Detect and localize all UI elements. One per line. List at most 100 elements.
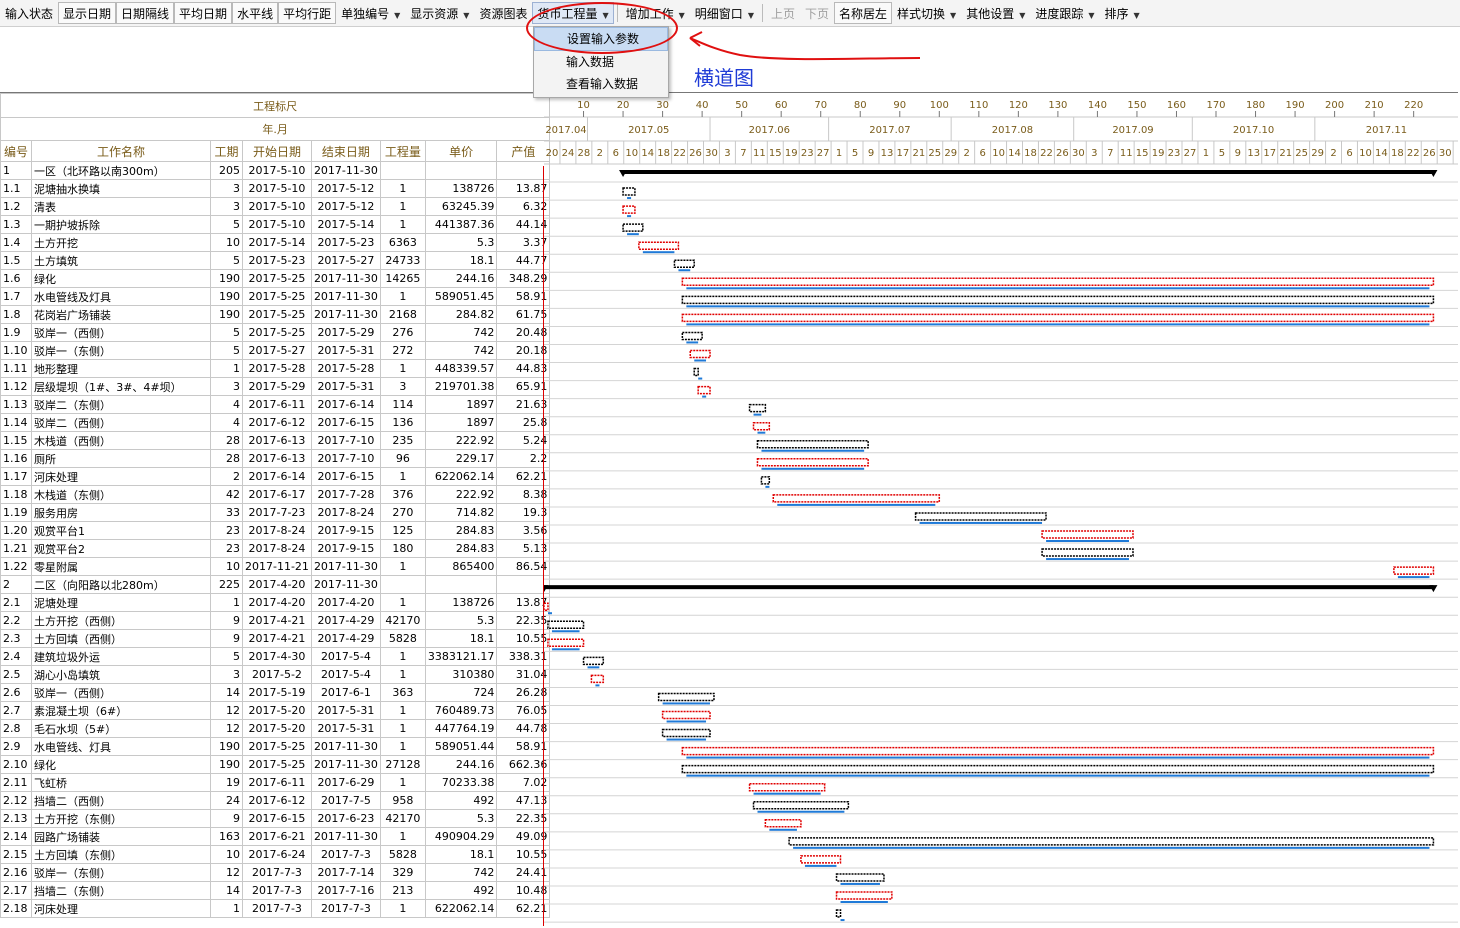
table-row[interactable]: 1.20 观赏平台1 23 2017-8-24 2017-9-15 125 284.83 3.… <box>0 521 551 540</box>
table-row[interactable]: 1.1 泥塘抽水换填 3 2017-5-10 2017-5-12 1 138726 13.87 <box>0 179 551 198</box>
table-row[interactable]: 2.4 建筑垃圾外运 5 2017-4-30 2017-5-4 1 3383121.17 33… <box>0 647 551 666</box>
table-row[interactable]: 1.3 一期护坡拆除 5 2017-5-10 2017-5-14 1 441387.36 44… <box>0 215 551 234</box>
day-label: 5 <box>1219 148 1225 159</box>
task-progress-line <box>686 287 1430 290</box>
dropdown-item-2[interactable]: 查看输入数据 <box>534 73 668 95</box>
table-row[interactable]: 1.4 土方开挖 10 2017-5-14 2017-5-23 6363 5.3 3.37 <box>0 233 551 252</box>
table-row[interactable]: 2.12 挡墙二（西侧） 24 2017-6-12 2017-7-5 958 492 47.1… <box>0 791 551 810</box>
cell-duration: 190 <box>210 755 243 774</box>
cell-end: 2017-6-14 <box>310 395 381 414</box>
cell-start: 2017-5-27 <box>242 341 312 360</box>
table-row[interactable]: 2.18 河床处理 1 2017-7-3 2017-7-3 1 622062.14 62.21 <box>0 899 551 918</box>
cell-id: 1.13 <box>0 395 32 414</box>
table-row[interactable]: 2.11 飞虹桥 19 2017-6-11 2017-6-29 1 70233.38 7.02 <box>0 773 551 792</box>
day-label: 15 <box>1136 148 1149 159</box>
table-row[interactable]: 2.3 土方回填（西侧） 9 2017-4-21 2017-4-29 5828 18.1 10… <box>0 629 551 648</box>
day-label: 20 <box>546 148 559 159</box>
table-row[interactable]: 1 一区（北环路以南300m） 205 2017-5-10 2017-11-30 <box>0 161 551 180</box>
table-row[interactable]: 1.10 驳岸一（东侧） 5 2017-5-27 2017-5-31 272 742 20.1… <box>0 341 551 360</box>
table-row[interactable]: 1.18 木栈道（东侧） 42 2017-6-17 2017-7-28 376 222.92… <box>0 485 551 504</box>
toolbar-button-17[interactable]: 进度跟踪 ▼ <box>1030 2 1099 24</box>
task-bar <box>661 710 711 720</box>
toolbar-button-2[interactable]: 日期隔线 <box>116 2 175 24</box>
cell-qty: 1 <box>379 899 426 918</box>
table-row[interactable]: 1.2 清表 3 2017-5-10 2017-5-12 1 63245.39 6.32 <box>0 197 551 216</box>
cell-duration: 1 <box>210 593 243 612</box>
table-row[interactable]: 2.15 土方回填（东侧） 10 2017-6-24 2017-7-3 5828 18.1 1… <box>0 845 551 864</box>
cell-name: 土方开挖 <box>31 233 211 252</box>
table-row[interactable]: 1.19 服务用房 33 2017-7-23 2017-8-24 270 714.82 19.… <box>0 503 551 522</box>
toolbar-button-4[interactable]: 水平线 <box>232 2 279 24</box>
dropdown-item-0[interactable]: 设置输入参数 <box>534 27 668 51</box>
summary-bar <box>623 170 1434 174</box>
cell-name: 驳岸一（东侧） <box>31 863 211 882</box>
dropdown-item-1[interactable]: 输入数据 <box>534 51 668 73</box>
toolbar-button-13[interactable]: 下页 <box>800 2 834 24</box>
cell-end: 2017-5-31 <box>310 377 381 396</box>
table-row[interactable]: 1.13 驳岸二（东侧） 4 2017-6-11 2017-6-14 114 1897 21.… <box>0 395 551 414</box>
table-row[interactable]: 2 二区（向阳路以北280m） 225 2017-4-20 2017-11-30 <box>0 575 551 594</box>
toolbar-button-9[interactable]: 货币工程量 ▼ <box>532 2 614 24</box>
table-row[interactable]: 1.7 水电管线及灯具 190 2017-5-25 2017-11-30 1 589051.… <box>0 287 551 306</box>
cell-price: 760489.73 <box>424 701 498 720</box>
toolbar-button-10[interactable]: 增加工作 ▼ <box>621 2 690 24</box>
toolbar-button-16[interactable]: 其他设置 ▼ <box>961 2 1030 24</box>
toolbar-button-11[interactable]: 明细窗口 ▼ <box>690 2 759 24</box>
table-row[interactable]: 1.22 零星附属 10 2017-11-21 2017-11-30 1 865400 86.… <box>0 557 551 576</box>
table-row[interactable]: 1.21 观赏平台2 23 2017-8-24 2017-9-15 180 284.83 5.… <box>0 539 551 558</box>
cell-value: 21.63 <box>496 395 551 414</box>
cell-id: 2.12 <box>0 791 32 810</box>
table-row[interactable]: 1.14 驳岸二（西侧） 4 2017-6-12 2017-6-15 136 1897 25.… <box>0 413 551 432</box>
toolbar-button-7[interactable]: 显示资源 ▼ <box>405 2 474 24</box>
table-row[interactable]: 1.5 土方填筑 5 2017-5-23 2017-5-27 24733 18.1 44.77 <box>0 251 551 270</box>
day-label: 26 <box>1056 148 1069 159</box>
table-row[interactable]: 2.16 驳岸一（东侧） 12 2017-7-3 2017-7-14 329 742 24.4… <box>0 863 551 882</box>
toolbar-button-1[interactable]: 显示日期 <box>58 2 117 24</box>
table-row[interactable]: 1.9 驳岸一（西侧） 5 2017-5-25 2017-5-29 276 742 20.48 <box>0 323 551 342</box>
table-row[interactable]: 2.9 水电管线、灯具 190 2017-5-25 2017-11-30 1 589051.… <box>0 737 551 756</box>
table-row[interactable]: 2.5 湖心小岛填筑 3 2017-5-2 2017-5-4 1 310380 31.04 <box>0 665 551 684</box>
toolbar-button-15[interactable]: 样式切换 ▼ <box>892 2 961 24</box>
table-row[interactable]: 2.10 绿化 190 2017-5-25 2017-11-30 27128 244.16 6… <box>0 755 551 774</box>
cell-duration: 5 <box>210 341 243 360</box>
cell-price: 714.82 <box>424 503 498 522</box>
cell-start: 2017-6-13 <box>242 449 312 468</box>
table-row[interactable]: 1.17 河床处理 2 2017-6-14 2017-6-15 1 622062.14 62.… <box>0 467 551 486</box>
table-row[interactable]: 1.16 厕所 28 2017-6-13 2017-7-10 96 229.17 2.2 <box>0 449 551 468</box>
toolbar-button-8[interactable]: 资源图表 <box>474 2 532 24</box>
cell-qty: 42170 <box>379 809 426 828</box>
table-row[interactable]: 1.12 层级堤坝（1#、3#、4#坝） 3 2017-5-29 2017-5-31 3 2… <box>0 377 551 396</box>
table-row[interactable]: 2.17 挡墙二（东侧） 14 2017-7-3 2017-7-16 213 492 10.4… <box>0 881 551 900</box>
toolbar-button-3[interactable]: 平均日期 <box>174 2 233 24</box>
cell-start: 2017-5-29 <box>242 377 312 396</box>
table-row[interactable]: 2.1 泥塘处理 1 2017-4-20 2017-4-20 1 138726 13.87 <box>0 593 551 612</box>
toolbar-button-0[interactable]: 输入状态 <box>0 2 58 24</box>
table-row[interactable]: 1.8 花岗岩广场铺装 190 2017-5-25 2017-11-30 2168 284.… <box>0 305 551 324</box>
cell-price: 490904.29 <box>424 827 498 846</box>
today-line <box>543 166 544 926</box>
table-row[interactable]: 2.6 驳岸一（西侧） 14 2017-5-19 2017-6-1 363 724 26.28 <box>0 683 551 702</box>
task-bar <box>788 837 1435 846</box>
scale-tick-label: 80 <box>854 100 867 111</box>
table-row[interactable]: 2.8 毛石水坝（5#） 12 2017-5-20 2017-5-31 1 447764.1… <box>0 719 551 738</box>
toolbar-button-18[interactable]: 排序 ▼ <box>1100 2 1145 24</box>
chevron-down-icon: ▼ <box>1133 11 1140 20</box>
cell-start: 2017-7-3 <box>242 899 312 918</box>
toolbar-button-12[interactable]: 上页 <box>766 2 800 24</box>
table-row[interactable]: 1.15 木栈道（西侧） 28 2017-6-13 2017-7-10 235 222.92… <box>0 431 551 450</box>
table-row[interactable]: 1.6 绿化 190 2017-5-25 2017-11-30 14265 244.16 34… <box>0 269 551 288</box>
toolbar-button-14[interactable]: 名称居左 <box>834 2 893 24</box>
cell-value: 8.38 <box>496 485 551 504</box>
table-row[interactable]: 2.14 园路广场铺装 163 2017-6-21 2017-11-30 1 490904.… <box>0 827 551 846</box>
cell-name: 驳岸一（西侧） <box>31 323 211 342</box>
cell-id: 1.15 <box>0 431 32 450</box>
cell-qty: 1 <box>379 359 426 378</box>
toolbar-button-6[interactable]: 单独编号 ▼ <box>336 2 405 24</box>
table-row[interactable]: 2.7 素混凝土坝（6#） 12 2017-5-20 2017-5-31 1 760489.… <box>0 701 551 720</box>
cell-price: 244.16 <box>424 755 498 774</box>
table-row[interactable]: 2.13 土方开挖（东侧） 9 2017-6-15 2017-6-23 42170 5.3 2… <box>0 809 551 828</box>
table-row[interactable]: 2.2 土方开挖（西侧） 9 2017-4-21 2017-4-29 42170 5.3 22… <box>0 611 551 630</box>
toolbar-button-5[interactable]: 平均行距 <box>278 2 337 24</box>
task-bar <box>756 440 869 449</box>
table-row[interactable]: 1.11 地形整理 1 2017-5-28 2017-5-28 1 448339.57 44.… <box>0 359 551 378</box>
